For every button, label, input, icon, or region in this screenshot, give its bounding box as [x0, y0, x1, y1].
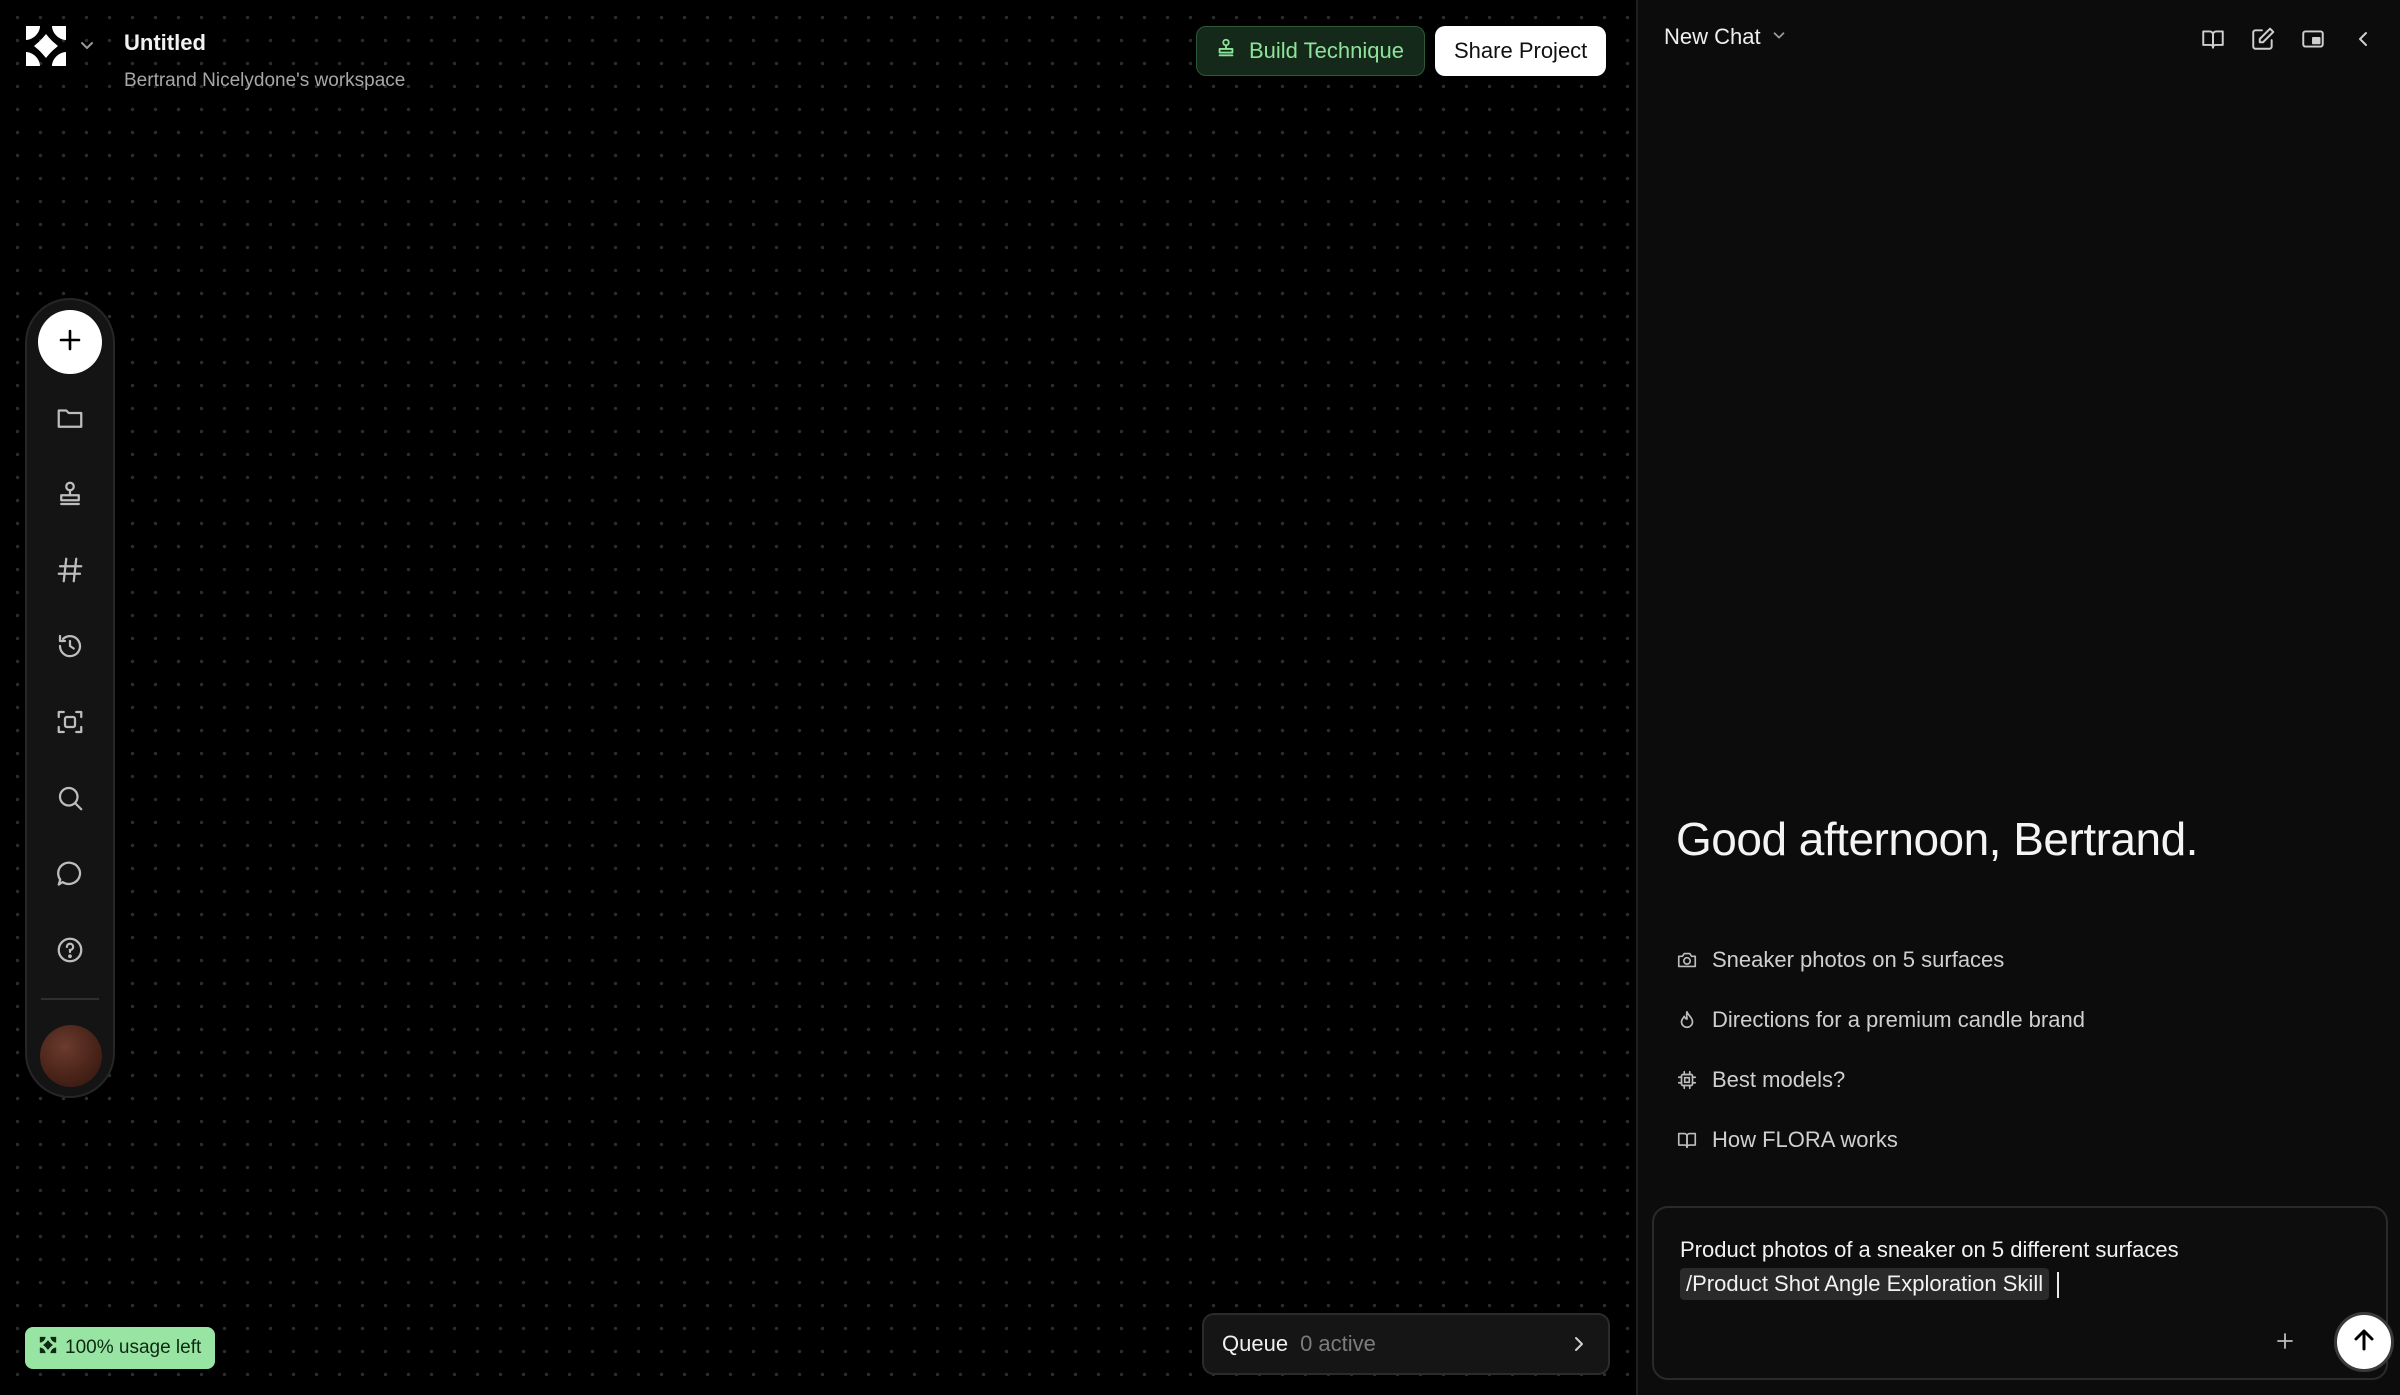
add-attachment-button[interactable] [2268, 1326, 2302, 1360]
book-icon [1676, 1129, 1698, 1151]
suggestion-item[interactable]: Sneaker photos on 5 surfaces [1676, 930, 2085, 990]
share-project-button[interactable]: Share Project [1435, 26, 1607, 76]
suggestion-label: Best models? [1712, 1067, 1846, 1092]
build-technique-label: Build Technique [1249, 38, 1404, 63]
build-technique-button[interactable]: Build Technique [1196, 26, 1425, 76]
flora-logo-icon [39, 1336, 57, 1360]
chevron-down-icon[interactable] [78, 36, 96, 54]
folder-icon[interactable] [46, 394, 94, 442]
help-icon[interactable] [46, 926, 94, 974]
canvas[interactable]: Untitled Bertrand Nicelydone's workspace… [0, 0, 1636, 1395]
composer-text-line: Product photos of a sneaker on 5 differe… [1680, 1237, 2179, 1262]
suggestion-label: How FLORA works [1712, 1127, 1898, 1152]
avatar[interactable] [40, 1025, 102, 1087]
chat-selector[interactable]: New Chat [1664, 24, 1787, 50]
edit-icon[interactable] [2246, 22, 2280, 56]
queue-button[interactable]: Queue 0 active [1202, 1313, 1610, 1375]
chat-composer[interactable]: Product photos of a sneaker on 5 differe… [1652, 1206, 2394, 1380]
suggestion-label: Sneaker photos on 5 surfaces [1712, 947, 2005, 972]
chevron-down-icon [1771, 27, 1787, 48]
stamp-icon[interactable] [46, 470, 94, 518]
project-title[interactable]: Untitled [124, 30, 206, 56]
scan-icon[interactable] [46, 698, 94, 746]
picture-in-picture-icon[interactable] [2296, 22, 2330, 56]
suggestion-item[interactable]: Directions for a premium candle brand [1676, 990, 2085, 1050]
text-caret [2057, 1272, 2060, 1299]
chat-title: New Chat [1664, 24, 1761, 49]
chevron-left-icon[interactable] [2346, 22, 2380, 56]
suggestion-item[interactable]: Best models? [1676, 1050, 2085, 1110]
usage-label: 100% usage left [65, 1337, 202, 1358]
hash-icon[interactable] [46, 546, 94, 594]
chevron-right-icon [1568, 1333, 1590, 1355]
flora-logo-icon[interactable] [22, 22, 70, 70]
greeting: Good afternoon, Bertrand. [1676, 813, 2198, 865]
queue-status: 0 active [1300, 1331, 1376, 1356]
chip-icon [1676, 1069, 1698, 1091]
search-icon[interactable] [46, 774, 94, 822]
usage-badge[interactable]: 100% usage left [25, 1327, 216, 1369]
workspace-name: Bertrand Nicelydone's workspace [124, 70, 406, 91]
toolbar-divider [41, 998, 99, 1000]
plus-icon [2274, 1330, 2296, 1357]
left-toolbar [25, 298, 115, 1098]
book-icon[interactable] [2196, 22, 2230, 56]
stamp-icon [1215, 37, 1237, 65]
suggestion-list: Sneaker photos on 5 surfaces Directions … [1676, 930, 2085, 1170]
composer-input[interactable]: Product photos of a sneaker on 5 differe… [1680, 1234, 2179, 1300]
skill-chip[interactable]: /Product Shot Angle Exploration Skill [1680, 1268, 2050, 1300]
queue-label: Queue [1222, 1331, 1289, 1356]
app-root: Untitled Bertrand Nicelydone's workspace… [0, 0, 2400, 1395]
chat-bubble-icon[interactable] [46, 850, 94, 898]
arrow-up-icon [2349, 1325, 2379, 1360]
flame-icon [1676, 1009, 1698, 1031]
camera-icon [1676, 949, 1698, 971]
add-node-button[interactable] [38, 310, 102, 374]
suggestion-item[interactable]: How FLORA works [1676, 1110, 2085, 1170]
plus-icon [56, 326, 84, 359]
suggestion-label: Directions for a premium candle brand [1712, 1007, 2085, 1032]
history-icon[interactable] [46, 622, 94, 670]
chat-panel: New Chat Good afternoon, Bertrand. Sneak… [1636, 0, 2400, 1395]
send-button[interactable] [2334, 1312, 2394, 1372]
